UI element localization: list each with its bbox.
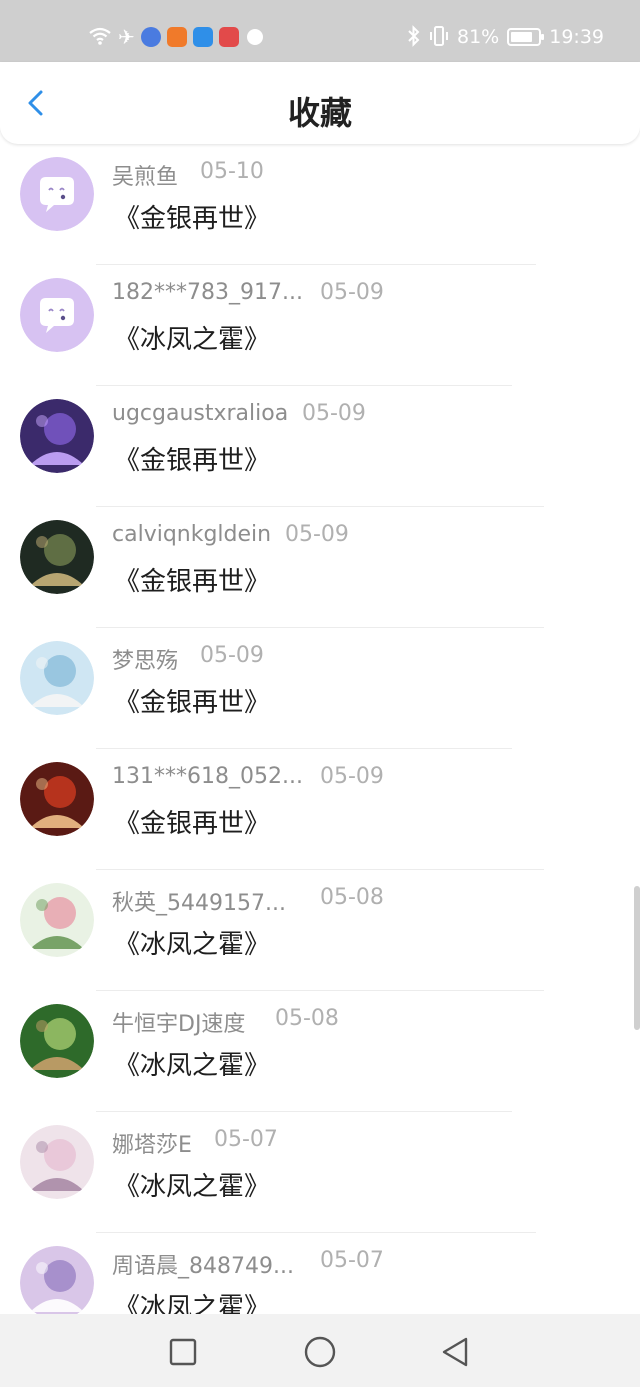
avatar[interactable]	[20, 762, 94, 836]
list-item[interactable]: 秋英_5449157... 05-08 《冰凤之霍》	[0, 870, 640, 991]
book-title[interactable]: 《金银再世》	[114, 803, 270, 840]
list-item[interactable]: ugcgaustxralioa 05-09 《金银再世》	[0, 386, 640, 507]
avatar[interactable]	[20, 157, 94, 231]
music-app-icon	[140, 27, 161, 47]
battery-icon	[507, 28, 545, 46]
scrollbar[interactable]	[634, 886, 640, 1030]
user-name: 182***783_917...	[112, 280, 303, 305]
recent-apps-icon	[169, 1338, 197, 1366]
list-item[interactable]: calviqnkgldein 05-09 《金银再世》	[0, 507, 640, 628]
avatar[interactable]	[20, 399, 94, 473]
search-app-icon	[192, 27, 213, 47]
clock: 19:39	[549, 26, 604, 48]
favorite-date: 05-09	[285, 522, 349, 547]
avatar[interactable]	[20, 883, 94, 957]
list-item[interactable]: 131***618_052... 05-09 《金银再世》	[0, 749, 640, 870]
bluetooth-icon	[407, 24, 421, 50]
list-item[interactable]: 娜塔莎E 05-07 《冰凤之霍》	[0, 1112, 640, 1233]
favorites-list[interactable]: 吴煎鱼 05-10 《金银再世》 182***783_917... 05-09 《冰凤之霍…	[0, 144, 640, 1314]
avatar[interactable]	[20, 278, 94, 352]
book-title[interactable]: 《金银再世》	[114, 440, 270, 477]
avatar[interactable]	[20, 641, 94, 715]
avatar[interactable]	[20, 1246, 94, 1314]
page-title: 收藏	[287, 94, 352, 132]
status-right: 81% 19:39	[407, 22, 604, 52]
favorite-date: 05-07	[214, 1127, 278, 1152]
user-name: 131***618_052...	[112, 764, 303, 789]
book-title[interactable]: 《冰凤之霍》	[114, 1166, 270, 1203]
huawei-app-icon	[218, 27, 239, 47]
user-name: 牛恒宇DJ速度	[112, 1012, 246, 1037]
system-nav-bar	[0, 1314, 640, 1387]
favorite-date: 05-09	[320, 280, 384, 305]
user-name: calviqnkgldein	[112, 522, 272, 547]
battery-percent: 81%	[457, 26, 500, 48]
favorite-date: 05-07	[320, 1248, 384, 1273]
list-item[interactable]: 周语晨_848749... 05-07 《冰凤之霍》	[0, 1233, 640, 1314]
user-name: ugcgaustxralioa	[112, 401, 289, 426]
favorite-date: 05-09	[320, 764, 384, 789]
back-nav-button[interactable]	[438, 1334, 474, 1370]
avatar[interactable]	[20, 1004, 94, 1078]
list-item[interactable]: 牛恒宇DJ速度 05-08 《冰凤之霍》	[0, 991, 640, 1112]
avatar[interactable]	[20, 520, 94, 594]
list-item[interactable]: 182***783_917... 05-09 《冰凤之霍》	[0, 265, 640, 386]
book-title[interactable]: 《冰凤之霍》	[114, 319, 270, 356]
list-item[interactable]: 梦思殇 05-09 《金银再世》	[0, 628, 640, 749]
user-name: 吴煎鱼	[112, 165, 179, 190]
favorite-date: 05-09	[302, 401, 366, 426]
airplane-icon: ✈	[118, 25, 135, 49]
user-name: 秋英_5449157...	[112, 891, 286, 916]
book-title[interactable]: 《金银再世》	[114, 198, 270, 235]
favorite-date: 05-08	[275, 1006, 339, 1031]
recent-apps-button[interactable]	[165, 1334, 201, 1370]
list-item[interactable]: 吴煎鱼 05-10 《金银再世》	[0, 144, 640, 265]
status-bar: ✈ 81% 19:39	[0, 0, 640, 62]
ball-app-icon	[244, 27, 265, 47]
back-triangle-icon	[442, 1337, 468, 1367]
favorite-date: 05-09	[200, 643, 264, 668]
book-title[interactable]: 《冰凤之霍》	[114, 1045, 270, 1082]
status-left-icons: ✈	[88, 22, 265, 52]
home-button[interactable]	[302, 1334, 338, 1370]
book-title[interactable]: 《金银再世》	[114, 561, 270, 598]
favorite-date: 05-08	[320, 885, 384, 910]
book-title[interactable]: 《金银再世》	[114, 682, 270, 719]
user-name: 娜塔莎E	[112, 1133, 192, 1158]
wifi-icon	[88, 26, 112, 49]
book-title[interactable]: 《冰凤之霍》	[114, 1287, 270, 1314]
user-name: 周语晨_848749...	[112, 1254, 294, 1279]
book-title[interactable]: 《冰凤之霍》	[114, 924, 270, 961]
user-name: 梦思殇	[112, 649, 179, 674]
favorite-date: 05-10	[200, 159, 264, 184]
app-header: 收藏	[0, 62, 640, 144]
vibrate-icon	[429, 25, 449, 50]
home-icon	[304, 1336, 336, 1368]
video-app-icon	[166, 27, 187, 47]
avatar[interactable]	[20, 1125, 94, 1199]
